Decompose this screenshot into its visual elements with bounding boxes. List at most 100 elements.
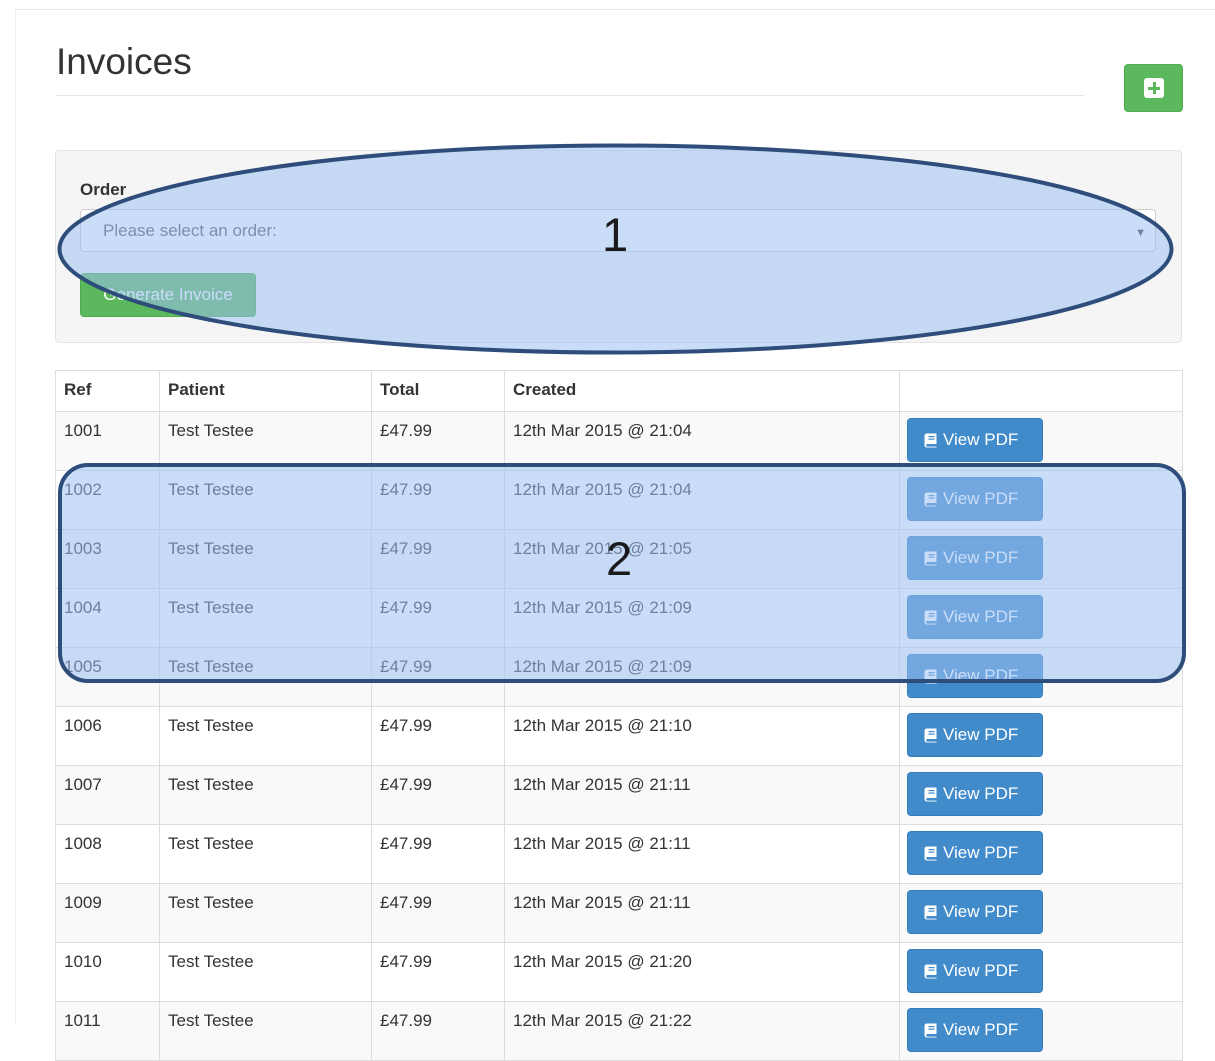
book-icon <box>924 846 937 860</box>
view-pdf-label: View PDF <box>943 607 1019 626</box>
order-select[interactable]: Please select an order: ▼ <box>80 209 1156 252</box>
cell-ref: 1003 <box>55 529 160 589</box>
add-invoice-button[interactable] <box>1124 64 1183 112</box>
book-icon <box>924 669 937 683</box>
cell-ref: 1002 <box>55 470 160 530</box>
cell-actions: View PDF <box>899 411 1183 471</box>
table-row: 1009 Test Testee £47.99 12th Mar 2015 @ 21:… <box>55 883 1183 943</box>
table-row: 1007 Test Testee £47.99 12th Mar 2015 @ 21:… <box>55 765 1183 825</box>
book-icon <box>924 610 937 624</box>
cell-created: 12th Mar 2015 @ 21:20 <box>504 942 900 1002</box>
cell-total: £47.99 <box>371 647 505 707</box>
cell-ref: 1007 <box>55 765 160 825</box>
table-row: 1001 Test Testee £47.99 12th Mar 2015 @ 21:… <box>55 411 1183 471</box>
view-pdf-label: View PDF <box>943 961 1019 980</box>
cell-total: £47.99 <box>371 470 505 530</box>
cell-ref: 1005 <box>55 647 160 707</box>
cell-actions: View PDF <box>899 706 1183 766</box>
cell-created: 12th Mar 2015 @ 21:11 <box>504 824 900 884</box>
cell-patient: Test Testee <box>159 706 372 766</box>
cell-created: 12th Mar 2015 @ 21:09 <box>504 647 900 707</box>
cell-patient: Test Testee <box>159 942 372 1002</box>
book-icon <box>924 433 937 447</box>
cell-actions: View PDF <box>899 588 1183 648</box>
table-header-row: Ref Patient Total Created <box>55 370 1183 412</box>
frame-top-border <box>15 9 1215 10</box>
cell-patient: Test Testee <box>159 529 372 589</box>
title-divider <box>56 95 1084 96</box>
page-title: Invoices <box>56 41 192 82</box>
view-pdf-button[interactable]: View PDF <box>907 536 1043 580</box>
view-pdf-label: View PDF <box>943 666 1019 685</box>
view-pdf-label: View PDF <box>943 843 1019 862</box>
cell-created: 12th Mar 2015 @ 21:04 <box>504 411 900 471</box>
cell-ref: 1006 <box>55 706 160 766</box>
invoices-table: Ref Patient Total Created 1001 Test Teste… <box>55 370 1183 1061</box>
cell-total: £47.99 <box>371 588 505 648</box>
cell-actions: View PDF <box>899 883 1183 943</box>
cell-actions: View PDF <box>899 1001 1183 1061</box>
cell-created: 12th Mar 2015 @ 21:10 <box>504 706 900 766</box>
cell-created: 12th Mar 2015 @ 21:09 <box>504 588 900 648</box>
table-row: 1004 Test Testee £47.99 12th Mar 2015 @ 21:… <box>55 588 1183 648</box>
cell-ref: 1011 <box>55 1001 160 1061</box>
view-pdf-label: View PDF <box>943 548 1019 567</box>
book-icon <box>924 1023 937 1037</box>
view-pdf-button[interactable]: View PDF <box>907 949 1043 993</box>
table-row: 1008 Test Testee £47.99 12th Mar 2015 @ 21:… <box>55 824 1183 884</box>
view-pdf-button[interactable]: View PDF <box>907 831 1043 875</box>
view-pdf-button[interactable]: View PDF <box>907 772 1043 816</box>
cell-patient: Test Testee <box>159 765 372 825</box>
view-pdf-label: View PDF <box>943 1020 1019 1039</box>
cell-actions: View PDF <box>899 824 1183 884</box>
view-pdf-button[interactable]: View PDF <box>907 654 1043 698</box>
cell-actions: View PDF <box>899 470 1183 530</box>
cell-patient: Test Testee <box>159 647 372 707</box>
book-icon <box>924 964 937 978</box>
column-header-ref: Ref <box>55 370 160 412</box>
view-pdf-label: View PDF <box>943 902 1019 921</box>
view-pdf-button[interactable]: View PDF <box>907 713 1043 757</box>
cell-actions: View PDF <box>899 529 1183 589</box>
book-icon <box>924 728 937 742</box>
cell-actions: View PDF <box>899 647 1183 707</box>
cell-total: £47.99 <box>371 1001 505 1061</box>
caret-down-icon: ▼ <box>1135 227 1146 239</box>
view-pdf-button[interactable]: View PDF <box>907 418 1043 462</box>
view-pdf-button[interactable]: View PDF <box>907 890 1043 934</box>
view-pdf-label: View PDF <box>943 489 1019 508</box>
cell-patient: Test Testee <box>159 1001 372 1061</box>
view-pdf-button[interactable]: View PDF <box>907 477 1043 521</box>
table-row: 1006 Test Testee £47.99 12th Mar 2015 @ 21:… <box>55 706 1183 766</box>
view-pdf-button[interactable]: View PDF <box>907 595 1043 639</box>
view-pdf-button[interactable]: View PDF <box>907 1008 1043 1052</box>
cell-patient: Test Testee <box>159 411 372 471</box>
book-icon <box>924 551 937 565</box>
cell-actions: View PDF <box>899 765 1183 825</box>
cell-created: 12th Mar 2015 @ 21:11 <box>504 765 900 825</box>
cell-actions: View PDF <box>899 942 1183 1002</box>
view-pdf-label: View PDF <box>943 430 1019 449</box>
cell-ref: 1001 <box>55 411 160 471</box>
plus-square-icon <box>1143 78 1164 98</box>
cell-created: 12th Mar 2015 @ 21:05 <box>504 529 900 589</box>
cell-patient: Test Testee <box>159 883 372 943</box>
generate-invoice-button[interactable]: Generate Invoice <box>80 273 256 317</box>
cell-created: 12th Mar 2015 @ 21:22 <box>504 1001 900 1061</box>
cell-total: £47.99 <box>371 765 505 825</box>
view-pdf-label: View PDF <box>943 784 1019 803</box>
column-header-total: Total <box>371 370 505 412</box>
book-icon <box>924 787 937 801</box>
cell-ref: 1008 <box>55 824 160 884</box>
table-row: 1003 Test Testee £47.99 12th Mar 2015 @ 21:… <box>55 529 1183 589</box>
cell-created: 12th Mar 2015 @ 21:11 <box>504 883 900 943</box>
book-icon <box>924 492 937 506</box>
cell-ref: 1009 <box>55 883 160 943</box>
cell-ref: 1010 <box>55 942 160 1002</box>
cell-total: £47.99 <box>371 529 505 589</box>
cell-patient: Test Testee <box>159 824 372 884</box>
column-header-created: Created <box>504 370 900 412</box>
table-row: 1002 Test Testee £47.99 12th Mar 2015 @ 21:… <box>55 470 1183 530</box>
cell-created: 12th Mar 2015 @ 21:04 <box>504 470 900 530</box>
cell-total: £47.99 <box>371 411 505 471</box>
